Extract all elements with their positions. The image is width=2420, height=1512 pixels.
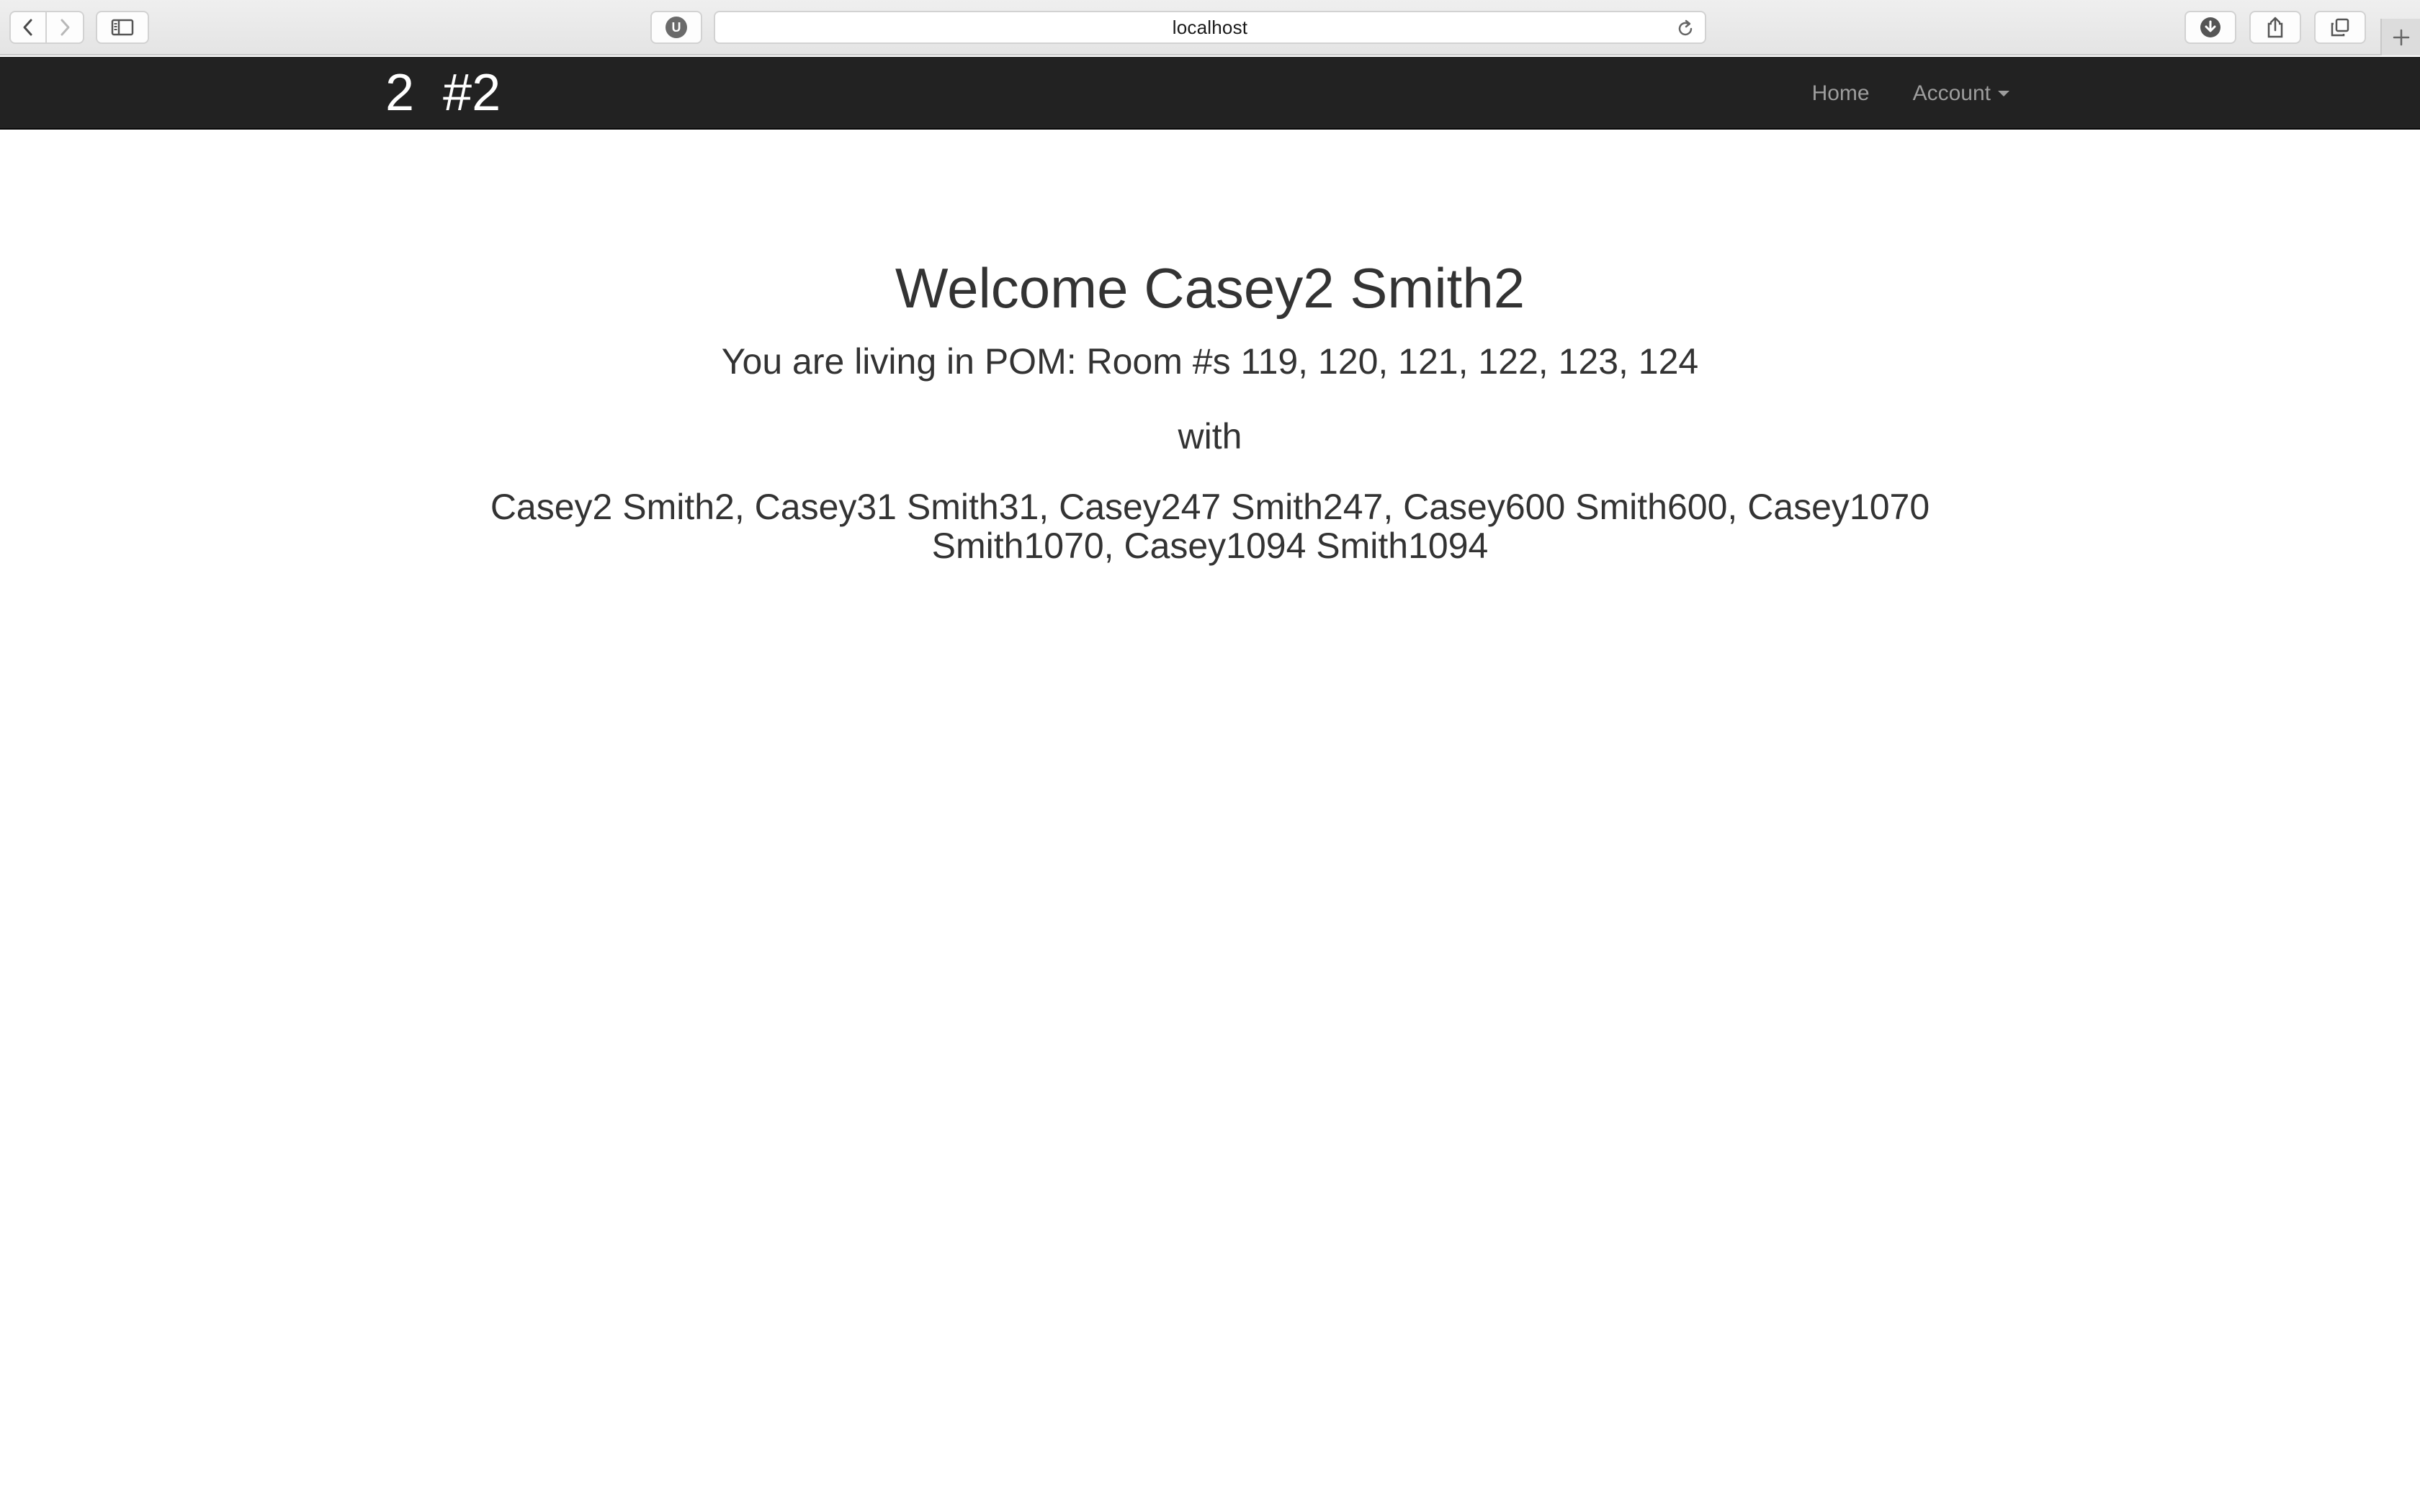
tabs-icon xyxy=(2331,18,2349,37)
caret-down-icon xyxy=(1998,90,2009,96)
sidebar-toggle-button[interactable] xyxy=(96,11,149,44)
nav-home-label: Home xyxy=(1811,81,1870,105)
back-button[interactable] xyxy=(9,11,47,44)
downloads-button[interactable] xyxy=(2184,11,2236,44)
with-label: with xyxy=(1178,416,1242,456)
share-icon xyxy=(2267,17,2283,38)
url-text: localhost xyxy=(1172,16,1248,38)
nav-home-link[interactable]: Home xyxy=(1791,57,1891,130)
forward-button[interactable] xyxy=(47,11,84,44)
nav-account-dropdown[interactable]: Account xyxy=(1891,57,2031,130)
sidebar-icon xyxy=(111,19,134,36)
roommates-list: Casey2 Smith2, Casey31 Smith31, Casey247… xyxy=(490,487,1930,566)
nav-account-label: Account xyxy=(1912,81,1991,105)
site-navbar: 2 #2 Home Account xyxy=(0,57,2420,130)
reload-icon[interactable] xyxy=(1676,19,1695,38)
welcome-heading: Welcome Casey2 Smith2 xyxy=(895,256,1525,320)
chevron-left-icon xyxy=(23,19,32,36)
navbar-links: Home Account xyxy=(1791,57,2031,130)
new-tab-button[interactable] xyxy=(2380,19,2420,55)
extension-button[interactable]: U xyxy=(650,11,702,44)
living-location: You are living in POM: Room #s 119, 120,… xyxy=(721,341,1699,382)
plus-icon xyxy=(2393,29,2409,45)
browser-toolbar: U localhost xyxy=(0,0,2420,55)
share-button[interactable] xyxy=(2249,11,2301,44)
extension-u-icon: U xyxy=(666,17,687,38)
extension-letter: U xyxy=(672,20,681,35)
download-icon xyxy=(2200,17,2220,37)
navbar-brand[interactable]: 2 #2 xyxy=(385,64,501,122)
chevron-right-icon xyxy=(60,19,70,36)
tab-overview-button[interactable] xyxy=(2314,11,2366,44)
address-bar[interactable]: localhost xyxy=(714,11,1706,44)
